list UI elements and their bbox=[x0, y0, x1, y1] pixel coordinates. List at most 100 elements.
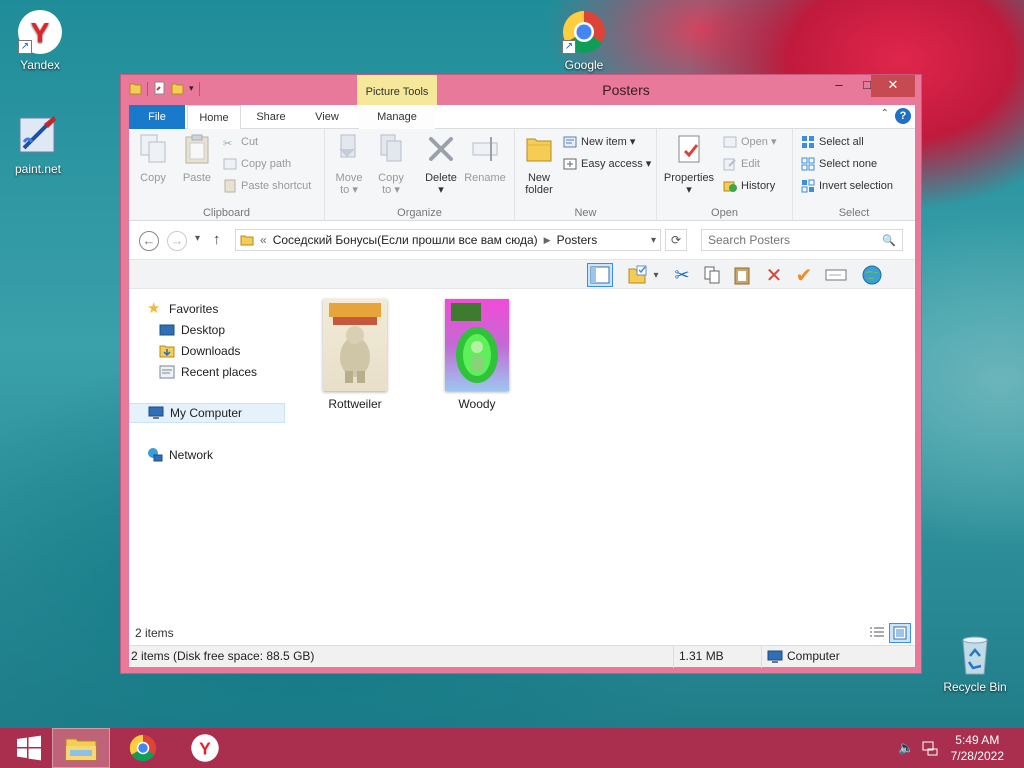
rename-button[interactable]: Rename bbox=[463, 133, 507, 184]
open-icon bbox=[723, 136, 737, 148]
taskbar-file-explorer[interactable] bbox=[52, 728, 110, 768]
refresh-button[interactable]: ⟳ bbox=[665, 229, 687, 251]
copy-path-button[interactable]: Copy path bbox=[223, 155, 291, 173]
svg-text:Y: Y bbox=[199, 738, 211, 758]
properties-icon bbox=[678, 135, 700, 163]
new-item-button[interactable]: New item ▾ bbox=[563, 133, 635, 151]
breadcrumb-separator-icon[interactable]: ▶ bbox=[544, 235, 551, 246]
globe-icon bbox=[862, 265, 882, 285]
windows-logo-icon bbox=[17, 735, 41, 761]
minimize-button[interactable]: – bbox=[825, 75, 853, 97]
up-button[interactable]: ↑ bbox=[213, 231, 221, 248]
desktop-icon-recycle-bin[interactable]: Recycle Bin bbox=[937, 630, 1013, 694]
address-box[interactable]: « Соседский Бонусы(Если прошли все вам с… bbox=[235, 229, 661, 251]
search-input[interactable] bbox=[708, 233, 878, 247]
cut-button[interactable]: ✂ Cut bbox=[223, 133, 258, 151]
select-group-label: Select bbox=[838, 207, 870, 219]
file-item[interactable]: Woody bbox=[431, 299, 523, 411]
start-button[interactable] bbox=[0, 728, 58, 768]
back-button[interactable]: ← bbox=[139, 231, 159, 251]
nav-my-computer[interactable]: My Computer bbox=[129, 403, 285, 423]
status-details: 2 items (Disk free space: 88.5 GB) bbox=[131, 649, 315, 663]
collapse-ribbon-icon[interactable]: ⌃ bbox=[881, 108, 889, 119]
file-name: Woody bbox=[458, 397, 496, 411]
clock[interactable]: 5:49 AM 7/28/2022 bbox=[951, 732, 1004, 764]
desktop-icon-label: Yandex bbox=[20, 58, 60, 72]
computer-icon bbox=[148, 406, 164, 419]
nav-downloads[interactable]: Downloads bbox=[159, 341, 240, 361]
clock-time: 5:49 AM bbox=[955, 733, 1000, 747]
nav-desktop[interactable]: Desktop bbox=[159, 320, 225, 340]
desktop-icon-yandex[interactable]: Y ↗ Yandex bbox=[2, 8, 78, 72]
open-group: Properties ▾ Open ▾ Edit History Open bbox=[657, 129, 793, 221]
copy-icon bbox=[140, 134, 166, 163]
new-item-icon bbox=[563, 136, 577, 148]
taskbar-chrome[interactable] bbox=[114, 728, 172, 768]
breadcrumb-parent[interactable]: Соседский Бонусы(Если прошли все вам сюд… bbox=[273, 233, 538, 247]
copy-cmd-button[interactable] bbox=[699, 263, 725, 287]
tab-share[interactable]: Share bbox=[247, 105, 295, 129]
large-icons-view-button[interactable] bbox=[889, 623, 911, 643]
open-button[interactable]: Open ▾ bbox=[723, 133, 777, 151]
desktop-icon-google[interactable]: ↗ Google bbox=[546, 8, 622, 72]
details-view-button[interactable] bbox=[869, 625, 885, 644]
cut-icon[interactable]: ✂ bbox=[669, 263, 695, 287]
search-box[interactable]: 🔍 bbox=[701, 229, 903, 251]
paste-shortcut-icon bbox=[224, 179, 236, 193]
nav-favorites[interactable]: ★ Favorites bbox=[147, 299, 218, 319]
address-dropdown-icon[interactable]: ▾ bbox=[651, 235, 656, 246]
desktop-icon-paintnet[interactable]: paint.net bbox=[0, 112, 76, 176]
nav-network[interactable]: Network bbox=[147, 445, 213, 465]
options-dropdown-icon[interactable]: ▾ bbox=[649, 263, 663, 287]
scissors-icon: ✂ bbox=[223, 138, 233, 150]
paintnet-icon bbox=[14, 112, 62, 160]
title-bar[interactable]: ▾ Picture Tools Posters – □ ✕ bbox=[121, 75, 921, 105]
tab-view[interactable]: View bbox=[303, 105, 351, 129]
paste-cmd-button[interactable] bbox=[729, 263, 755, 287]
network-status-icon bbox=[922, 741, 938, 756]
select-none-icon bbox=[801, 157, 815, 171]
move-to-button[interactable]: Move to ▾ bbox=[327, 133, 371, 196]
copy-to-button[interactable]: Copy to ▾ bbox=[369, 133, 413, 196]
tab-manage[interactable]: Manage bbox=[359, 105, 435, 129]
history-button[interactable]: History bbox=[723, 177, 775, 195]
file-item[interactable]: Rottweiler bbox=[309, 299, 401, 411]
nav-recent-places[interactable]: Recent places bbox=[159, 362, 257, 382]
large-icons-view-icon bbox=[893, 626, 907, 640]
taskbar: Y 🔈 5:49 AM 7/28/2022 bbox=[0, 728, 1024, 768]
breadcrumb-current[interactable]: Posters bbox=[557, 233, 598, 247]
history-icon bbox=[723, 181, 737, 192]
copy-button[interactable]: Copy bbox=[131, 133, 175, 184]
file-explorer-icon bbox=[65, 738, 97, 761]
rename-cmd-button[interactable] bbox=[823, 263, 849, 287]
paste-shortcut-button[interactable]: Paste shortcut bbox=[223, 177, 311, 195]
help-icon[interactable]: ? bbox=[895, 108, 911, 124]
folder-options-button[interactable] bbox=[625, 263, 651, 287]
volume-muted-icon[interactable]: 🔈 bbox=[898, 740, 914, 756]
tab-home[interactable]: Home bbox=[187, 105, 241, 130]
edit-button[interactable]: Edit bbox=[723, 155, 760, 173]
taskbar-yandex[interactable]: Y bbox=[176, 728, 234, 768]
easy-access-button[interactable]: Easy access ▾ bbox=[563, 155, 651, 173]
checkmark-icon[interactable]: ✔ bbox=[791, 263, 817, 287]
forward-button[interactable]: → bbox=[167, 231, 187, 251]
network-tray-icon[interactable] bbox=[922, 740, 938, 759]
address-overflow-chevron[interactable]: « bbox=[260, 233, 267, 247]
delete-icon[interactable]: ✕ bbox=[761, 263, 787, 287]
invert-selection-button[interactable]: Invert selection bbox=[801, 177, 893, 195]
preview-pane-button[interactable] bbox=[587, 263, 613, 287]
network-globe-button[interactable] bbox=[859, 263, 885, 287]
recent-locations-button[interactable]: ▾ bbox=[195, 233, 200, 244]
paste-button[interactable]: Paste bbox=[175, 133, 219, 184]
tab-file[interactable]: File bbox=[129, 105, 185, 129]
close-button[interactable]: ✕ bbox=[871, 75, 915, 97]
select-all-button[interactable]: Select all bbox=[801, 133, 864, 151]
shortcut-arrow-icon: ↗ bbox=[562, 40, 576, 54]
search-icon[interactable]: 🔍 bbox=[882, 234, 896, 247]
delete-button[interactable]: Delete ▾ bbox=[419, 133, 463, 196]
new-folder-button[interactable]: New folder bbox=[517, 133, 561, 196]
properties-button[interactable]: Properties ▾ bbox=[661, 133, 717, 196]
select-none-button[interactable]: Select none bbox=[801, 155, 877, 173]
folder-icon bbox=[240, 235, 254, 246]
command-toolbar: ▾ ✂ ✕ ✔ bbox=[129, 259, 915, 289]
